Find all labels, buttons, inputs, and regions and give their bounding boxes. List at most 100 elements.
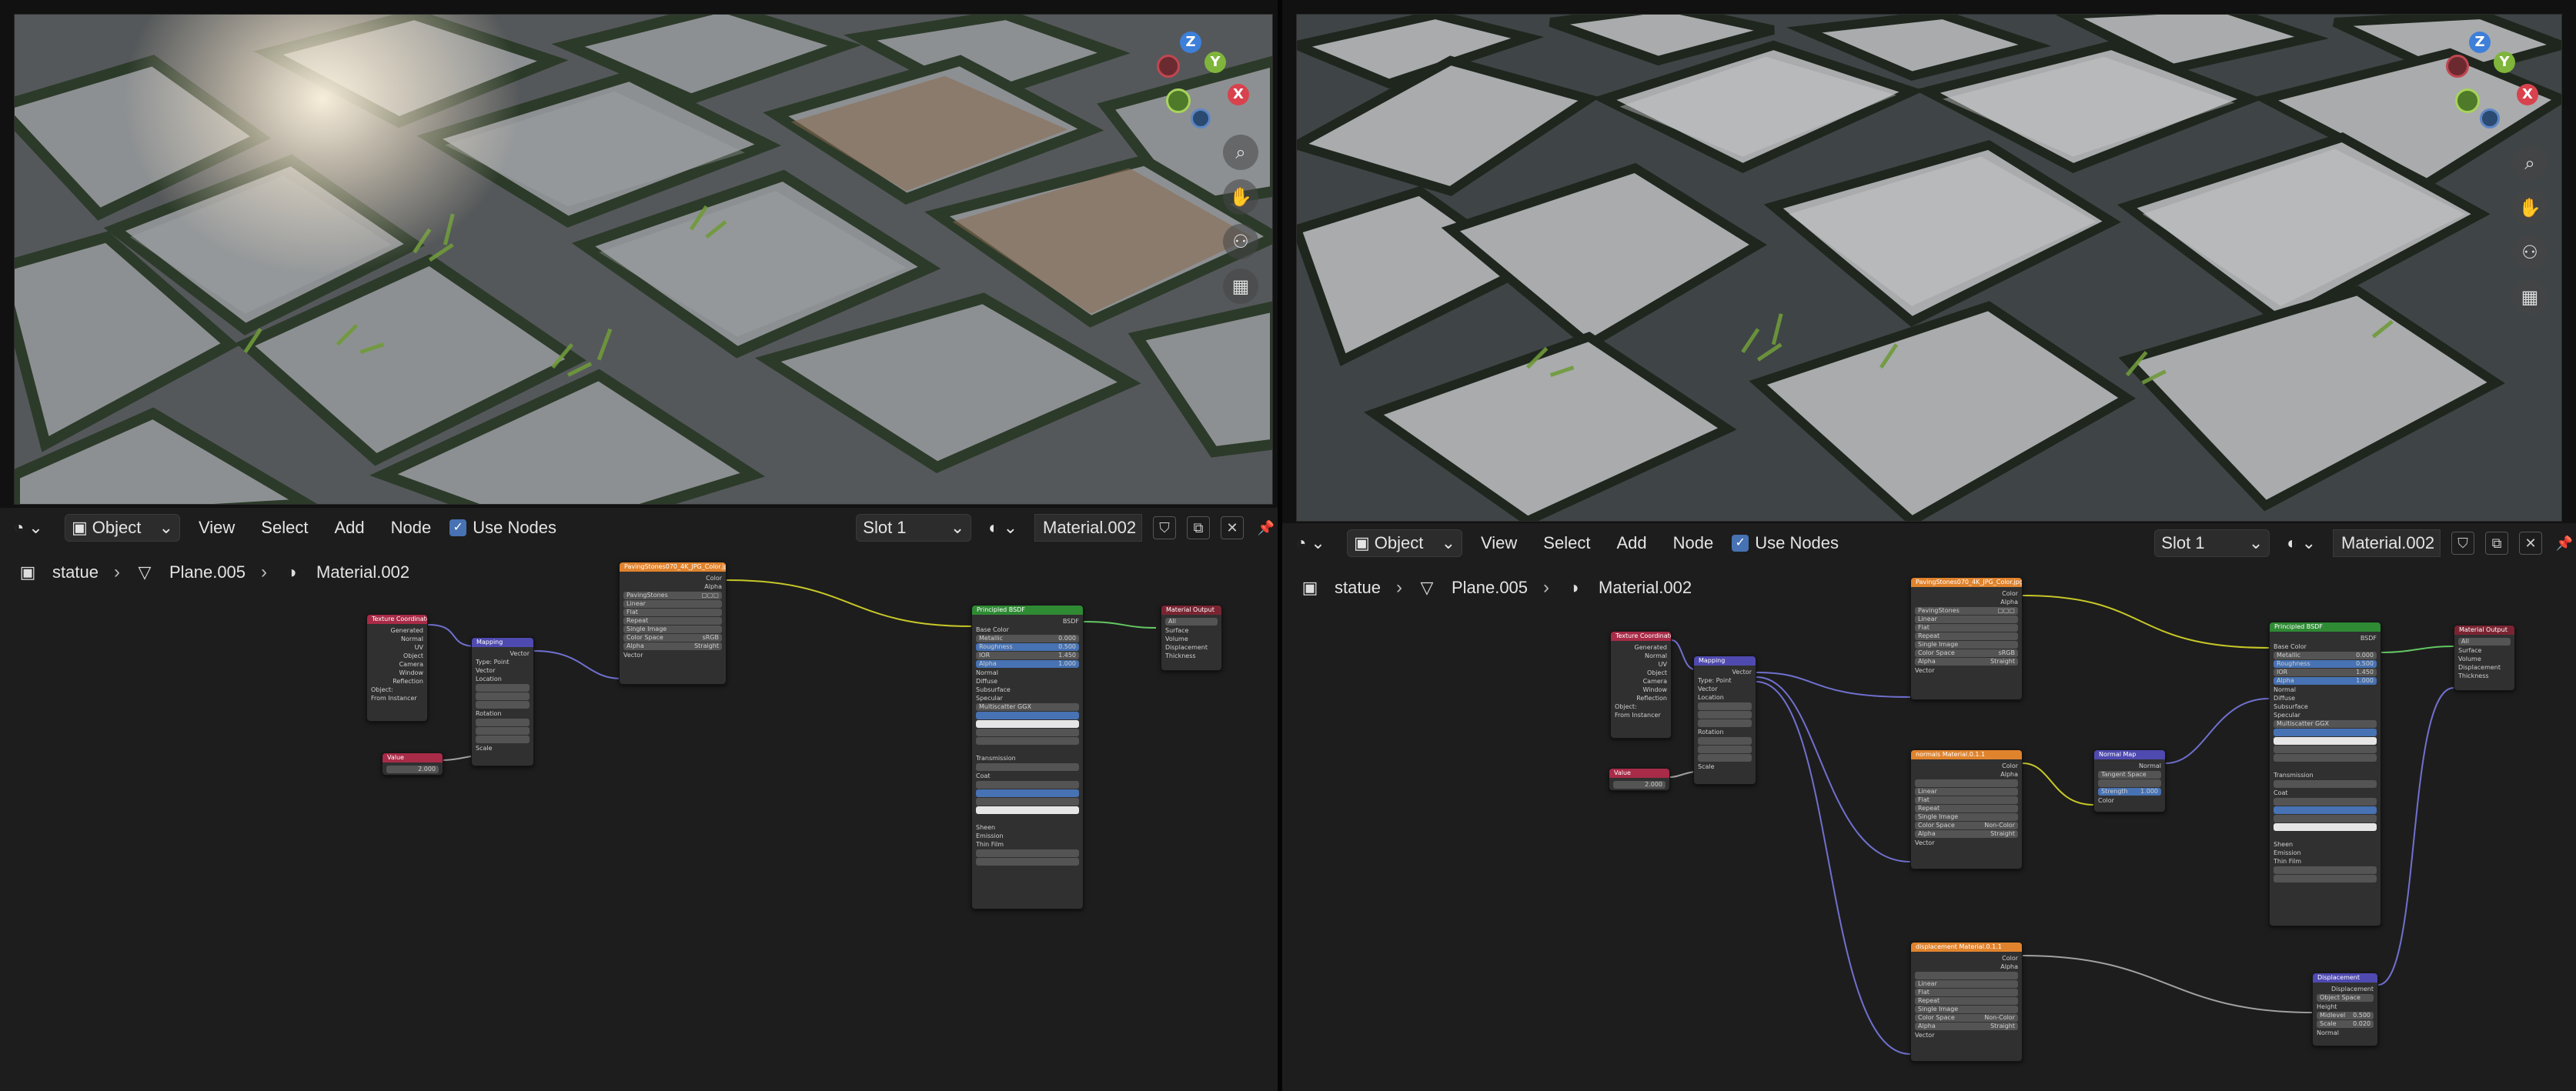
projection-select[interactable]: Flat [1915, 624, 2018, 632]
socket-surface[interactable]: Surface [2458, 646, 2511, 655]
socket-rotation[interactable]: Rotation [476, 709, 530, 718]
location-z[interactable] [1698, 719, 1752, 727]
zoom-icon[interactable]: ⌕ [1223, 135, 1258, 170]
from-instancer-checkbox[interactable]: From Instancer [371, 694, 423, 702]
3d-viewport[interactable]: Z Y X ⌕ ✋ ⚇ ▦ [14, 14, 1273, 505]
gizmo-y-axis[interactable]: Y [2494, 52, 2515, 73]
socket-normal[interactable]: Normal [976, 669, 1079, 677]
socket-color[interactable]: Color [1915, 762, 2018, 770]
menu-node[interactable]: Node [1666, 530, 1722, 556]
interpolation-select[interactable]: Linear [1915, 788, 2018, 796]
value-field[interactable]: 2.000 [1613, 781, 1666, 789]
rotation-z[interactable] [1698, 754, 1752, 762]
panel-sheen[interactable]: Sheen [2274, 840, 2377, 849]
location-x[interactable] [476, 684, 530, 692]
socket-alpha[interactable]: Alpha [1915, 770, 2018, 779]
panel-sheen[interactable]: Sheen [976, 823, 1079, 832]
socket-base-color[interactable]: Base Color [2274, 642, 2377, 651]
coat-weight-field[interactable] [976, 781, 1079, 789]
menu-select[interactable]: Select [253, 515, 316, 541]
panel-subsurface[interactable]: Subsurface [976, 686, 1079, 694]
socket-window[interactable]: Window [371, 669, 423, 677]
breadcrumb-material[interactable]: Material.002 [1599, 578, 1692, 598]
socket-normal-in[interactable]: Normal [2317, 1029, 2374, 1037]
socket-color-in[interactable]: Color [2098, 796, 2161, 805]
socket-coat-normal[interactable] [2274, 832, 2377, 840]
normal-map-node[interactable]: Normal Map Normal Tangent Space Strength… [2093, 749, 2166, 812]
metallic-field[interactable]: Metallic 0.000 [976, 635, 1079, 642]
socket-coat-normal[interactable] [976, 815, 1079, 823]
spec-tint-field[interactable] [976, 720, 1079, 728]
normal-space-select[interactable]: Tangent Space [2098, 771, 2161, 779]
checkmark-icon[interactable]: ✓ [1732, 535, 1749, 552]
extension-select[interactable]: Repeat [1915, 997, 2018, 1005]
socket-displacement[interactable]: Displacement [1165, 643, 1218, 652]
rotation-y[interactable] [1698, 746, 1752, 753]
breadcrumb-mesh[interactable]: Plane.005 [169, 562, 246, 582]
value-node[interactable]: Value 2.000 [1609, 768, 1670, 791]
socket-vector-out[interactable]: Vector [1698, 668, 1752, 676]
socket-tangent[interactable] [2274, 762, 2377, 771]
panel-diffuse[interactable]: Diffuse [2274, 694, 2377, 702]
coat-ior-field[interactable] [976, 798, 1079, 806]
image-texture-node[interactable]: PavingStones070_4K_JPG_Color.jpg Color A… [619, 562, 727, 685]
object-picker[interactable]: Object: [1615, 702, 1667, 711]
socket-thickness[interactable]: Thickness [1165, 652, 1218, 660]
projection-select[interactable]: Flat [623, 609, 722, 616]
roughness-field[interactable]: Roughness 0.500 [976, 643, 1079, 651]
socket-location[interactable]: Location [476, 675, 530, 683]
material-browse-button[interactable]: ◐ ⌄ [982, 515, 1024, 541]
socket-height[interactable]: Height [2317, 1003, 2374, 1011]
coat-ior-field[interactable] [2274, 815, 2377, 822]
spec-tint-field[interactable] [2274, 737, 2377, 745]
thin-film-thickness-field[interactable] [2274, 866, 2377, 874]
object-mode-select[interactable]: ▣ Object ⌄ [1347, 529, 1462, 557]
coat-roughness-field[interactable] [2274, 806, 2377, 814]
principled-bsdf-node[interactable]: Principled BSDF BSDF Base Color Metallic… [971, 605, 1084, 909]
spec-level-field[interactable] [2274, 729, 2377, 736]
coat-tint-field[interactable] [976, 806, 1079, 814]
camera-view-icon[interactable]: ⚇ [2512, 235, 2548, 270]
menu-view[interactable]: View [1473, 530, 1525, 556]
image-file-field[interactable]: PavingStones ▢▢▢ [623, 592, 722, 599]
socket-color[interactable]: Color [1915, 954, 2018, 963]
socket-generated[interactable]: Generated [371, 626, 423, 635]
principled-bsdf-node[interactable]: Principled BSDF BSDF Base Color Metallic… [2269, 622, 2381, 926]
socket-vector-in[interactable]: Vector [1915, 666, 2018, 675]
checkmark-icon[interactable]: ✓ [449, 519, 467, 536]
perspective-grid-icon[interactable]: ▦ [2512, 279, 2548, 315]
midlevel-field[interactable]: Midlevel 0.500 [2317, 1012, 2374, 1019]
anisotropic-rotation-field[interactable] [2274, 754, 2377, 762]
location-z[interactable] [476, 701, 530, 709]
interpolation-select[interactable]: Linear [1915, 616, 2018, 623]
gizmo-neg-z-handle[interactable] [2480, 108, 2500, 128]
anisotropic-field[interactable] [2274, 746, 2377, 753]
scale-field[interactable]: Scale 0.020 [2317, 1020, 2374, 1028]
gizmo-x-axis[interactable]: X [1228, 84, 1249, 105]
color-space-select[interactable]: Color Space Non-Color [1915, 1014, 2018, 1022]
pin-icon[interactable]: 📌 [1255, 516, 1278, 539]
socket-surface[interactable]: Surface [1165, 626, 1218, 635]
panel-specular[interactable]: Specular [2274, 711, 2377, 719]
gizmo-neg-z-handle[interactable] [1191, 108, 1211, 128]
socket-vector-in[interactable]: Vector [623, 651, 722, 659]
image-file-field[interactable] [1915, 972, 2018, 979]
metallic-field[interactable]: Metallic 0.000 [2274, 652, 2377, 659]
socket-thickness[interactable]: Thickness [2458, 672, 2511, 680]
transmission-weight-field[interactable] [2274, 780, 2377, 788]
thin-film-thickness-field[interactable] [976, 849, 1079, 857]
fake-user-shield-icon[interactable]: ⛉ [2451, 532, 2474, 555]
anisotropic-field[interactable] [976, 729, 1079, 736]
socket-displacement[interactable]: Displacement [2458, 663, 2511, 672]
navigation-gizmo[interactable]: Z Y X [1157, 24, 1249, 132]
extension-select[interactable]: Repeat [623, 617, 722, 625]
socket-alpha[interactable]: Alpha [1915, 963, 2018, 971]
location-y[interactable] [1698, 711, 1752, 719]
socket-normal[interactable]: Normal [2274, 686, 2377, 694]
coat-weight-field[interactable] [2274, 798, 2377, 806]
extension-select[interactable]: Repeat [1915, 632, 2018, 640]
render-target-select[interactable]: All [2458, 638, 2511, 646]
socket-vector-in[interactable]: Vector [1698, 685, 1752, 693]
object-mode-select[interactable]: ▣ Object ⌄ [65, 514, 180, 542]
panel-subsurface[interactable]: Subsurface [2274, 702, 2377, 711]
